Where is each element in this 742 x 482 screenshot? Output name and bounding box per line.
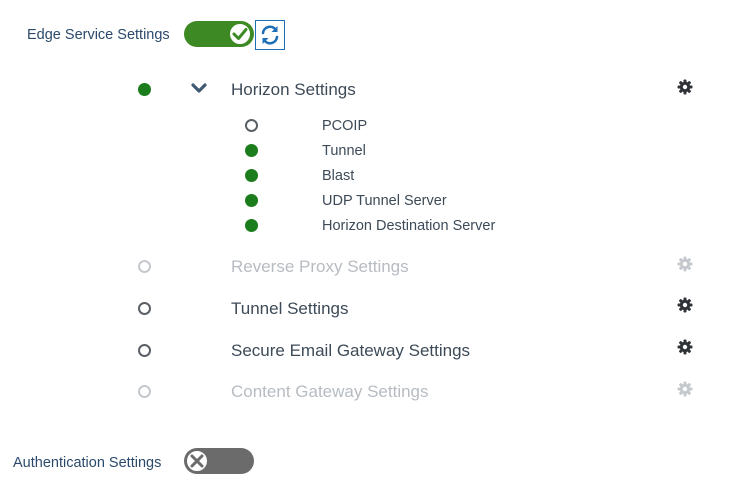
gear-icon (677, 79, 693, 95)
refresh-icon (261, 25, 279, 45)
pcoip-status-dot (245, 119, 258, 132)
check-icon (232, 28, 248, 40)
tunnel-label: Tunnel (322, 143, 366, 159)
blast-status-dot (245, 169, 258, 182)
tunnel-settings-status-dot (138, 302, 151, 315)
horizon-status-dot (138, 83, 151, 96)
secure-email-gateway-status-dot (138, 344, 151, 357)
blast-label: Blast (322, 168, 355, 184)
authentication-toggle[interactable] (184, 448, 254, 474)
udp-tunnel-server-label: UDP Tunnel Server (322, 193, 447, 209)
horizon-gear-button[interactable] (677, 79, 693, 100)
gear-icon (677, 381, 693, 397)
gear-icon (677, 256, 693, 272)
expand-toggle[interactable] (191, 82, 207, 94)
toggle-knob (185, 449, 209, 473)
edge-service-settings-label: Edge Service Settings (27, 27, 170, 43)
gear-icon (677, 339, 693, 355)
secure-email-gateway-gear-button[interactable] (677, 339, 693, 360)
reverse-proxy-settings-title: Reverse Proxy Settings (231, 257, 409, 276)
udp-tunnel-server-status-dot (245, 194, 258, 207)
tunnel-settings-title: Tunnel Settings (231, 299, 349, 318)
secure-email-gateway-settings-title: Secure Email Gateway Settings (231, 341, 471, 360)
pcoip-label: PCOIP (322, 118, 368, 134)
horizon-destination-server-status-dot (245, 219, 258, 232)
content-gateway-status-dot (138, 385, 151, 398)
edge-service-toggle[interactable] (184, 21, 254, 47)
reverse-proxy-status-dot (138, 260, 151, 273)
content-gateway-gear-button[interactable] (677, 381, 693, 402)
tunnel-settings-gear-button[interactable] (677, 297, 693, 318)
chevron-down-icon (191, 83, 207, 93)
content-gateway-settings-title: Content Gateway Settings (231, 382, 429, 401)
close-icon (190, 454, 204, 468)
gear-icon (677, 297, 693, 313)
reverse-proxy-gear-button[interactable] (677, 256, 693, 277)
horizon-settings-title: Horizon Settings (231, 80, 356, 99)
horizon-destination-server-label: Horizon Destination Server (322, 218, 496, 234)
toggle-knob (228, 22, 252, 46)
refresh-button[interactable] (255, 20, 285, 50)
tunnel-status-dot (245, 144, 258, 157)
authentication-settings-label: Authentication Settings (13, 455, 162, 471)
